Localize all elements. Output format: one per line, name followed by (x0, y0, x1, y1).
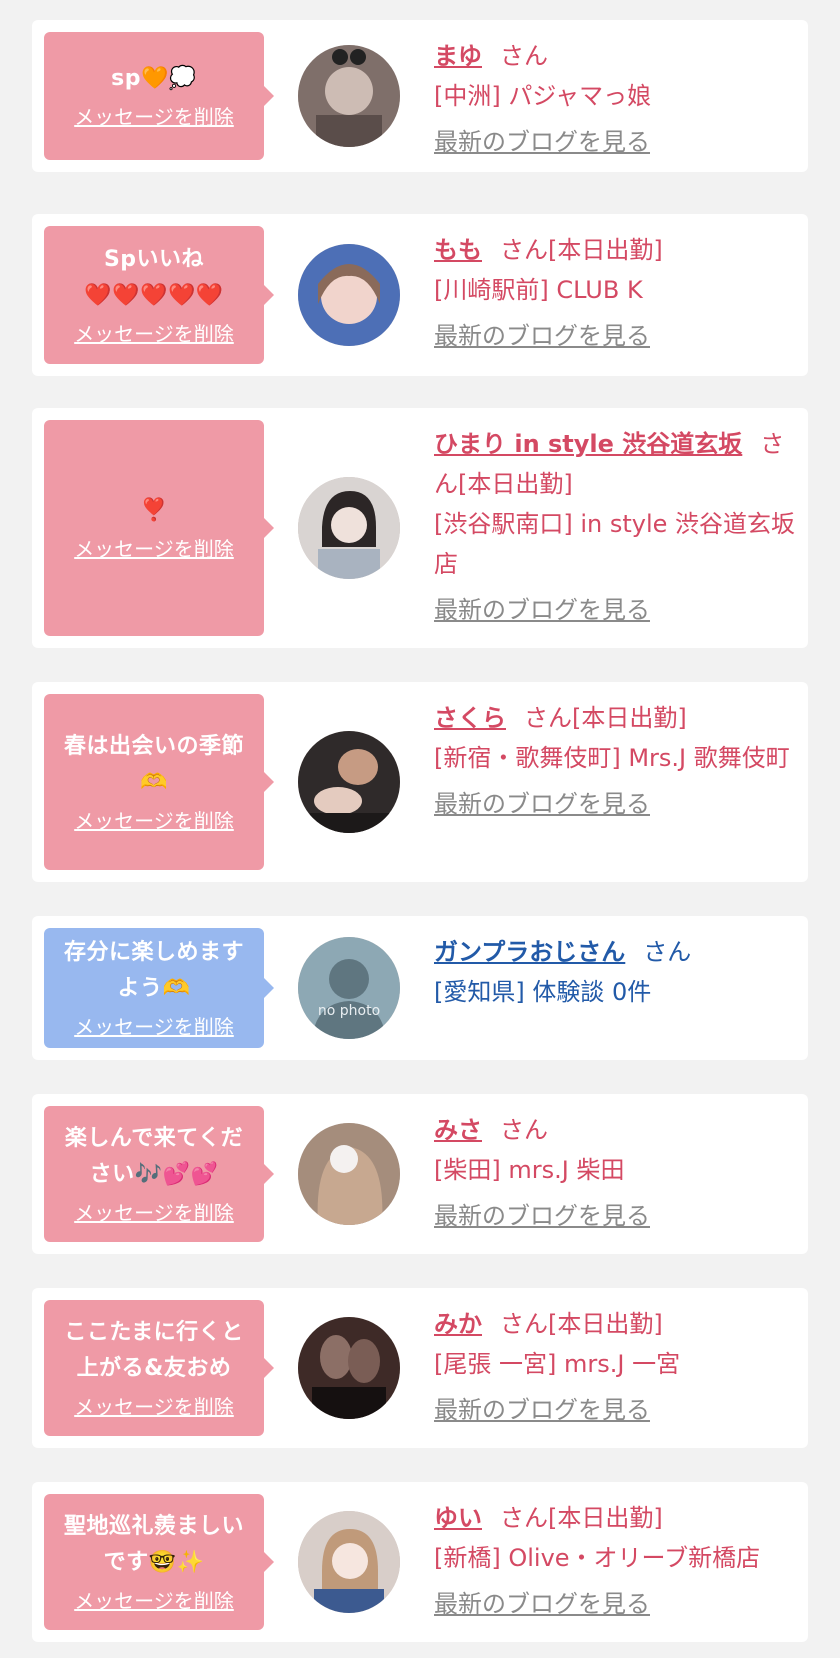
message-bubble: 聖地巡礼羨ましい です🤓✨ メッセージを削除 (44, 1494, 274, 1630)
location-text: [尾張 一宮] mrs.J 一宮 (434, 1350, 681, 1378)
message-text: 春は出会いの季節 (63, 734, 244, 759)
message-text: ❤️❤️❤️❤️❤️ (84, 283, 224, 308)
location-text: [愛知県] 体験談 0件 (434, 978, 652, 1006)
message-text: 🫶 (140, 770, 168, 795)
honorific: さん[本日出勤] (500, 236, 663, 264)
honorific: さん[本日出勤] (500, 1504, 663, 1532)
message-bubble: ここたまに行くと 上がる&友おめ メッセージを削除 (44, 1300, 274, 1436)
location-text: [川崎駅前] CLUB K (434, 276, 643, 304)
avatar-image: no photo (298, 937, 400, 1039)
message-text: ❣️ (140, 498, 168, 523)
location-text: [新宿・歌舞伎町] Mrs.J 歌舞伎町 (434, 744, 790, 772)
no-photo-label: no photo (318, 1003, 380, 1019)
avatar-image (298, 1123, 400, 1225)
profile-name-link[interactable]: ゆい (434, 1504, 482, 1532)
profile-name-link[interactable]: もも (434, 236, 482, 264)
list-item: Spいいね ❤️❤️❤️❤️❤️ メッセージを削除 もも さん[本日出勤] [川崎… (32, 214, 808, 376)
profile-info: ひまり in style 渋谷道玄坂 さん[本日出勤] [渋谷駅南口] in st… (434, 424, 796, 630)
message-text: sp🧡💭 (111, 66, 197, 91)
delete-message-link[interactable]: メッセージを削除 (74, 807, 234, 835)
profile-info: さくら さん[本日出勤] [新宿・歌舞伎町] Mrs.J 歌舞伎町 最新のブログを… (434, 698, 796, 824)
profile-info: みか さん[本日出勤] [尾張 一宮] mrs.J 一宮 最新のブログを見る (434, 1304, 796, 1430)
avatar[interactable] (298, 731, 400, 833)
latest-blog-link[interactable]: 最新のブログを見る (434, 1196, 796, 1236)
profile-name-link[interactable]: ガンプラおじさん (434, 938, 625, 966)
message-bubble: Spいいね ❤️❤️❤️❤️❤️ メッセージを削除 (44, 226, 274, 364)
avatar-image (298, 1317, 400, 1419)
avatar[interactable] (298, 1317, 400, 1419)
profile-info: ガンプラおじさん さん [愛知県] 体験談 0件 (434, 932, 796, 1012)
delete-message-link[interactable]: メッセージを削除 (74, 535, 234, 563)
avatar[interactable] (298, 1123, 400, 1225)
location-text: [渋谷駅南口] in style 渋谷道玄坂店 (434, 510, 796, 578)
message-text: Spいいね (103, 247, 205, 272)
message-bubble: 存分に楽しめます よう🫶 メッセージを削除 (44, 928, 274, 1048)
latest-blog-link[interactable]: 最新のブログを見る (434, 1584, 796, 1624)
profile-name-link[interactable]: まゆ (434, 42, 482, 70)
delete-message-link[interactable]: メッセージを削除 (74, 1393, 234, 1421)
message-text: さい🎶💕💕 (89, 1162, 219, 1187)
profile-name-link[interactable]: ひまり in style 渋谷道玄坂 (434, 430, 742, 458)
profile-name-link[interactable]: みか (434, 1310, 482, 1338)
honorific: さん (500, 42, 548, 70)
list-item: ❣️ メッセージを削除 ひまり in style 渋谷道玄坂 さん[本日出勤] [… (32, 408, 808, 648)
avatar[interactable] (298, 45, 400, 147)
avatar-image (298, 45, 400, 147)
delete-message-link[interactable]: メッセージを削除 (74, 103, 234, 131)
avatar[interactable] (298, 244, 400, 346)
message-text: です🤓✨ (103, 1550, 205, 1575)
latest-blog-link[interactable]: 最新のブログを見る (434, 122, 796, 162)
honorific: さん (643, 938, 692, 966)
avatar[interactable]: no photo (298, 937, 400, 1039)
profile-info: もも さん[本日出勤] [川崎駅前] CLUB K 最新のブログを見る (434, 230, 796, 356)
profile-info: まゆ さん [中洲] パジャマっ娘 最新のブログを見る (434, 36, 796, 162)
list-item: 聖地巡礼羨ましい です🤓✨ メッセージを削除 ゆい さん[本日出勤] [新橋] O… (32, 1482, 808, 1642)
avatar[interactable] (298, 477, 400, 579)
list-item: 春は出会いの季節 🫶 メッセージを削除 さくら さん[本日出勤] [新宿・歌舞伎町… (32, 682, 808, 882)
avatar-image (298, 477, 400, 579)
message-text: ここたまに行くと (64, 1320, 244, 1345)
avatar-image (298, 731, 400, 833)
list-item: 存分に楽しめます よう🫶 メッセージを削除 no photo ガンプラおじさんさ… (32, 916, 808, 1060)
latest-blog-link[interactable]: 最新のブログを見る (434, 590, 796, 630)
message-bubble: ❣️ メッセージを削除 (44, 420, 274, 636)
avatar[interactable] (298, 1511, 400, 1613)
profile-info: ゆい さん[本日出勤] [新橋] Olive・オリーブ新橋店 最新のブログを見る (434, 1498, 796, 1624)
delete-message-link[interactable]: メッセージを削除 (74, 1587, 234, 1615)
message-bubble: sp🧡💭 メッセージを削除 (44, 32, 274, 160)
profile-name-link[interactable]: さくら (434, 704, 506, 732)
message-text: 上がる&友おめ (76, 1356, 232, 1381)
list-item: 楽しんで来てくだ さい🎶💕💕 メッセージを削除 みさ さん [柴田] mrs.J … (32, 1094, 808, 1254)
location-text: [柴田] mrs.J 柴田 (434, 1156, 625, 1184)
delete-message-link[interactable]: メッセージを削除 (74, 1013, 234, 1041)
message-bubble: 楽しんで来てくだ さい🎶💕💕 メッセージを削除 (44, 1106, 274, 1242)
avatar-image (298, 1511, 400, 1613)
list-item: ここたまに行くと 上がる&友おめ メッセージを削除 みか さん[本日出勤] [尾張… (32, 1288, 808, 1448)
list-item: sp🧡💭 メッセージを削除 まゆ さん [中洲] パジャマっ娘 最新のブログを見る (32, 20, 808, 172)
latest-blog-link[interactable]: 最新のブログを見る (434, 1390, 796, 1430)
message-text: 聖地巡礼羨ましい (63, 1514, 244, 1539)
favorites-list: sp🧡💭 メッセージを削除 まゆ さん [中洲] パジャマっ娘 最新のブログを見る… (0, 0, 840, 1658)
message-text: よう🫶 (117, 976, 191, 1001)
honorific: さん (500, 1116, 548, 1144)
message-bubble: 春は出会いの季節 🫶 メッセージを削除 (44, 694, 274, 870)
location-text: [中洲] パジャマっ娘 (434, 82, 652, 110)
message-text: 存分に楽しめます (63, 940, 244, 965)
location-text: [新橋] Olive・オリーブ新橋店 (434, 1544, 761, 1572)
honorific: さん[本日出勤] (500, 1310, 663, 1338)
profile-info: みさ さん [柴田] mrs.J 柴田 最新のブログを見る (434, 1110, 796, 1236)
delete-message-link[interactable]: メッセージを削除 (74, 1199, 234, 1227)
delete-message-link[interactable]: メッセージを削除 (74, 320, 234, 348)
latest-blog-link[interactable]: 最新のブログを見る (434, 316, 796, 356)
message-text: 楽しんで来てくだ (64, 1126, 244, 1151)
honorific: さん[本日出勤] (524, 704, 687, 732)
profile-name-link[interactable]: みさ (434, 1116, 482, 1144)
avatar-image (298, 244, 400, 346)
latest-blog-link[interactable]: 最新のブログを見る (434, 784, 796, 824)
